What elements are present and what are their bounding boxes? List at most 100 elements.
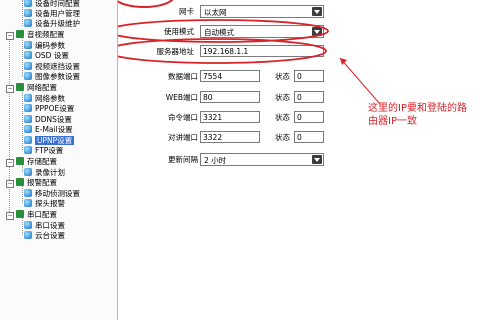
server-address-input[interactable]: 192.168.1.1	[200, 45, 324, 57]
sidebar-item-label: 设备用户管理	[35, 9, 80, 18]
server-label: 服务器地址	[156, 47, 195, 56]
sidebar-group[interactable]: − 音视频配置	[6, 29, 65, 40]
sidebar-item-label: 移动侦测设置	[35, 189, 80, 198]
sidebar-item-label: 图像参数设置	[35, 72, 80, 81]
nic-label: 网卡	[179, 7, 194, 16]
settings-leaf-icon	[24, 189, 32, 197]
update-interval-value: 2 小时	[204, 156, 227, 165]
settings-leaf-icon	[24, 221, 32, 229]
cmd-port-status-value: 0	[294, 111, 324, 123]
talk-port-status-label: 状态	[275, 133, 290, 142]
settings-leaf-icon	[24, 168, 32, 176]
nic-select[interactable]: 以太网	[200, 5, 324, 18]
sidebar-item[interactable]: FTP设置	[24, 145, 63, 156]
tree-connector-line	[22, 34, 23, 77]
sidebar-item-label: FTP设置	[35, 146, 64, 155]
annotation-note: 这里的IP要和登陆的路由器IP一致	[368, 103, 467, 127]
settings-leaf-icon	[24, 72, 32, 80]
settings-leaf-icon	[24, 62, 32, 70]
sidebar-item-label: 设备升级维护	[35, 19, 80, 28]
sidebar-item[interactable]: PPPOE设置	[24, 103, 74, 114]
talk-port-status-value: 0	[294, 131, 324, 143]
sidebar-item-label: 探头报警	[35, 199, 65, 208]
sidebar-item[interactable]: 云台设置	[24, 230, 65, 241]
data-port-status-value: 0	[294, 70, 324, 82]
sidebar-item-label: 网络配置	[27, 83, 57, 92]
annotation-arrow-head	[340, 58, 347, 65]
collapse-toggle-icon[interactable]: −	[6, 85, 14, 93]
cmd-port-status-label: 状态	[275, 113, 290, 122]
mode-label: 使用模式	[164, 27, 194, 36]
sidebar-group[interactable]: − 网络配置	[6, 82, 57, 93]
collapse-toggle-icon[interactable]: −	[6, 159, 14, 167]
folder-icon	[16, 83, 24, 91]
config-tree-sidebar: 设备时间配置 设备用户管理 设备升级维护 − 音视频配置编码参数 OSD 设置 视频遮挡设置…	[0, 0, 118, 320]
sidebar-item-label: 串口配置	[27, 210, 57, 219]
cmd-port-input[interactable]: 3321	[200, 111, 260, 123]
sidebar-item[interactable]: 探头报警	[24, 198, 65, 209]
tree-connector-line	[9, 87, 10, 159]
sidebar-item-label: E-Mail设置	[35, 125, 73, 134]
web-port-status-value: 0	[294, 91, 324, 103]
data-port-label: 数据端口	[168, 72, 198, 81]
chevron-down-icon[interactable]	[312, 155, 322, 164]
settings-leaf-icon	[24, 146, 32, 154]
settings-leaf-icon	[24, 104, 32, 112]
sidebar-item-label: 视频遮挡设置	[35, 62, 80, 71]
folder-icon	[16, 157, 24, 165]
sidebar-item-label: 音视频配置	[27, 30, 65, 39]
annotation-arrow-line	[339, 57, 381, 105]
sidebar-item-label: 设备时间配置	[35, 0, 80, 8]
sidebar-item-label: 云台设置	[35, 231, 65, 240]
sidebar-item-label: 编码参数	[35, 41, 65, 50]
sidebar-item-label: 存储配置	[27, 157, 57, 166]
sidebar-item-label: 报警配置	[27, 178, 57, 187]
settings-leaf-icon	[24, 9, 32, 17]
nic-select-value: 以太网	[204, 8, 227, 17]
sidebar-group[interactable]: − 串口配置	[6, 209, 57, 220]
chevron-down-icon[interactable]	[312, 27, 322, 36]
collapse-toggle-icon[interactable]: −	[6, 32, 14, 40]
tree-connector-line	[22, 0, 23, 26]
data-port-input[interactable]: 7554	[200, 70, 260, 82]
sidebar-item-label: UPNP设置	[35, 136, 75, 145]
settings-leaf-icon	[24, 51, 32, 59]
sidebar-group[interactable]: − 报警配置	[6, 177, 57, 188]
tree-connector-line	[22, 87, 23, 150]
tree-connector-line	[9, 34, 10, 84]
chevron-down-icon[interactable]	[312, 7, 322, 16]
upnp-settings-panel: 网卡 以太网 使用模式 自动模式 服务器地址 192.168.1.1 数据端口 …	[118, 0, 480, 320]
sidebar-item-label: DDNS设置	[35, 115, 72, 124]
sidebar-item-label: 串口设置	[35, 221, 65, 230]
talk-port-input[interactable]: 3322	[200, 131, 260, 143]
mode-select[interactable]: 自动模式	[200, 25, 324, 38]
data-port-status-label: 状态	[275, 72, 290, 81]
collapse-toggle-icon[interactable]: −	[6, 180, 14, 188]
settings-leaf-icon	[24, 136, 32, 144]
web-port-label: WEB端口	[165, 93, 198, 102]
sidebar-item[interactable]: 图像参数设置	[24, 71, 80, 82]
sidebar-item[interactable]: E-Mail设置	[24, 124, 73, 135]
sidebar-item[interactable]: 设备升级维护	[24, 18, 80, 29]
settings-leaf-icon	[24, 41, 32, 49]
web-port-input[interactable]: 80	[200, 91, 260, 103]
web-port-status-label: 状态	[275, 93, 290, 102]
mode-select-value: 自动模式	[204, 28, 234, 37]
cmd-port-label: 命令端口	[168, 113, 198, 122]
folder-icon	[16, 30, 24, 38]
sidebar-group[interactable]: − 存储配置	[6, 156, 57, 167]
update-interval-select[interactable]: 2 小时	[200, 153, 324, 166]
settings-leaf-icon	[24, 199, 32, 207]
settings-leaf-icon	[24, 125, 32, 133]
settings-leaf-icon	[24, 231, 32, 239]
settings-leaf-icon	[24, 0, 32, 7]
sidebar-item[interactable]: OSD 设置	[24, 50, 69, 61]
sidebar-item-label: 录像计划	[35, 168, 65, 177]
folder-icon	[16, 210, 24, 218]
sidebar-item-label: 网络参数	[35, 94, 65, 103]
settings-leaf-icon	[24, 19, 32, 27]
settings-leaf-icon	[24, 94, 32, 102]
sidebar-item-label: PPPOE设置	[35, 104, 75, 113]
collapse-toggle-icon[interactable]: −	[6, 212, 14, 220]
update-interval-label: 更新间隔	[168, 155, 198, 164]
